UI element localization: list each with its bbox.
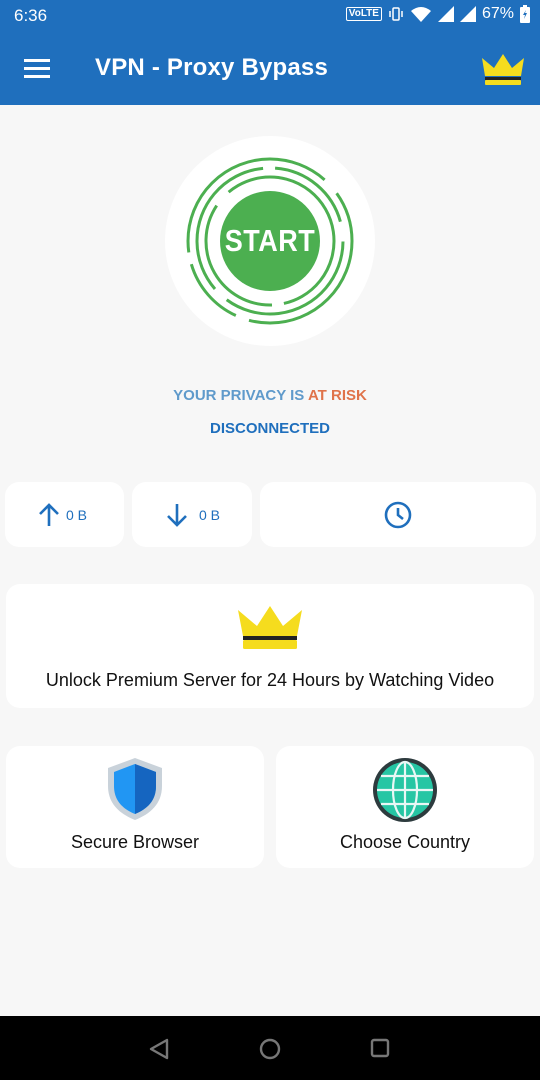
vibrate-icon <box>389 7 403 21</box>
status-bar: 6:36 VoLTE 67% <box>0 0 540 32</box>
premium-unlock-label: Unlock Premium Server for 24 Hours by Wa… <box>45 670 495 690</box>
upload-arrow-icon <box>39 503 59 526</box>
app-bar: VPN - Proxy Bypass <box>0 32 540 105</box>
battery-icon <box>520 5 530 23</box>
clock-icon <box>384 501 412 529</box>
download-value: 0 B <box>199 507 221 523</box>
signal-icon-1 <box>437 6 454 22</box>
back-icon[interactable] <box>148 1038 170 1060</box>
system-nav-bar <box>0 1016 540 1080</box>
start-label: START <box>224 223 316 258</box>
connect-button[interactable]: START <box>165 136 375 346</box>
connection-status: DISCONNECTED <box>209 420 330 437</box>
premium-unlock-card[interactable]: Unlock Premium Server for 24 Hours by Wa… <box>6 584 534 708</box>
choose-country-label: Choose Country <box>339 832 471 852</box>
privacy-risk: AT RISK <box>307 387 367 404</box>
download-arrow-icon <box>167 504 187 527</box>
home-icon[interactable] <box>259 1038 281 1060</box>
wifi-icon <box>410 7 431 22</box>
upload-card: 0 B <box>5 482 124 547</box>
privacy-prefix: YOUR PRIVACY IS <box>173 387 308 404</box>
battery-percent: 67% <box>481 5 514 22</box>
privacy-status: YOUR PRIVACY IS AT RISK <box>0 387 540 404</box>
download-card: 0 B <box>132 482 252 547</box>
globe-icon <box>373 758 437 822</box>
shield-icon <box>108 758 162 820</box>
status-icons: VoLTE 67% <box>345 5 530 23</box>
premium-crown-icon[interactable] <box>480 52 526 86</box>
app-title: VPN - Proxy Bypass <box>95 54 329 81</box>
crown-icon <box>238 606 302 649</box>
upload-value: 0 B <box>66 507 88 523</box>
signal-icon-2 <box>459 6 476 22</box>
recents-icon[interactable] <box>370 1038 390 1058</box>
timer-card <box>260 482 536 547</box>
choose-country-card[interactable]: Choose Country <box>276 746 534 868</box>
menu-icon[interactable] <box>24 58 50 78</box>
status-time: 6:36 <box>14 6 48 25</box>
secure-browser-label: Secure Browser <box>70 832 200 852</box>
volte-badge: VoLTE <box>345 7 382 21</box>
secure-browser-card[interactable]: Secure Browser <box>6 746 264 868</box>
